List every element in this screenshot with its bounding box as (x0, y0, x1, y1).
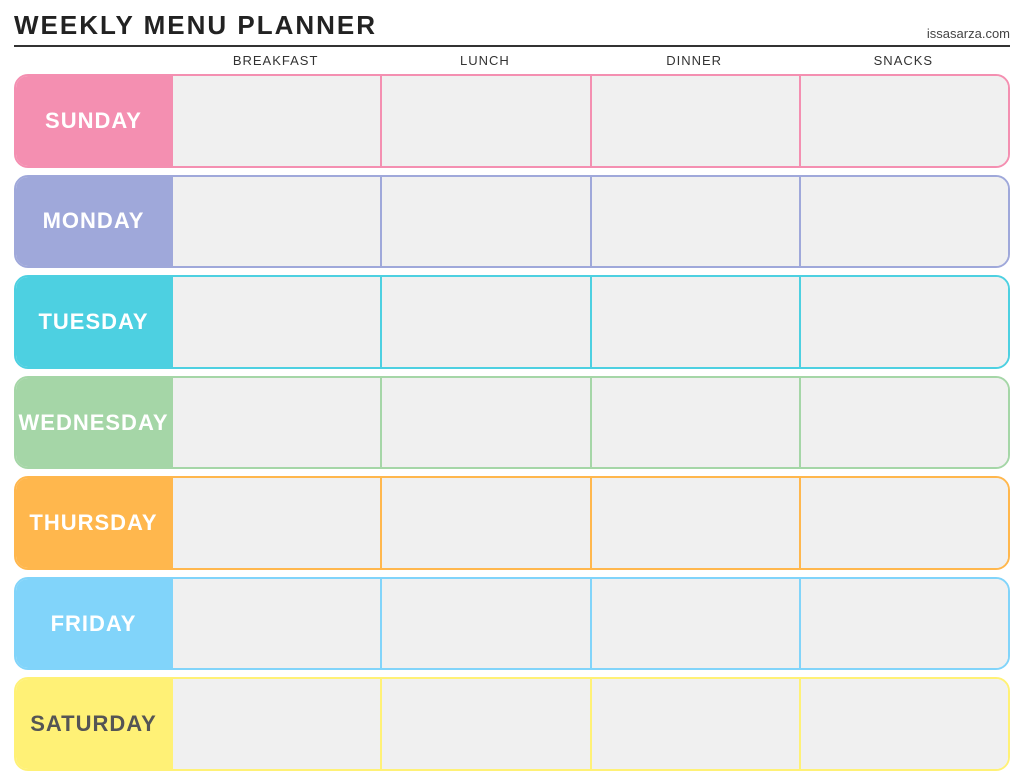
label-monday: Monday (16, 177, 171, 267)
page: Weekly Menu Planner issasarza.com Breakf… (0, 0, 1024, 781)
tuesday-breakfast[interactable] (171, 277, 380, 367)
col-breakfast: Breakfast (171, 53, 380, 68)
thursday-snacks[interactable] (799, 478, 1008, 568)
wednesday-lunch[interactable] (380, 378, 589, 468)
row-wednesday: Wednesday (14, 376, 1010, 470)
website-label: issasarza.com (927, 26, 1010, 41)
saturday-lunch[interactable] (380, 679, 589, 769)
friday-snacks[interactable] (799, 579, 1008, 669)
sunday-dinner[interactable] (590, 76, 799, 166)
row-sunday: Sunday (14, 74, 1010, 168)
friday-breakfast[interactable] (171, 579, 380, 669)
wednesday-breakfast[interactable] (171, 378, 380, 468)
row-friday: Friday (14, 577, 1010, 671)
saturday-breakfast[interactable] (171, 679, 380, 769)
monday-snacks[interactable] (799, 177, 1008, 267)
friday-dinner[interactable] (590, 579, 799, 669)
tuesday-snacks[interactable] (799, 277, 1008, 367)
sunday-snacks[interactable] (799, 76, 1008, 166)
row-tuesday: Tuesday (14, 275, 1010, 369)
sunday-lunch[interactable] (380, 76, 589, 166)
saturday-dinner[interactable] (590, 679, 799, 769)
page-title: Weekly Menu Planner (14, 10, 377, 41)
friday-lunch[interactable] (380, 579, 589, 669)
days-container: Sunday Monday Tuesday Wednesday (14, 74, 1010, 771)
col-dinner: Dinner (590, 53, 799, 68)
monday-dinner[interactable] (590, 177, 799, 267)
header: Weekly Menu Planner issasarza.com (14, 10, 1010, 47)
col-snacks: Snacks (799, 53, 1008, 68)
thursday-lunch[interactable] (380, 478, 589, 568)
row-saturday: Saturday (14, 677, 1010, 771)
monday-breakfast[interactable] (171, 177, 380, 267)
row-monday: Monday (14, 175, 1010, 269)
tuesday-dinner[interactable] (590, 277, 799, 367)
label-saturday: Saturday (16, 679, 171, 769)
monday-lunch[interactable] (380, 177, 589, 267)
label-friday: Friday (16, 579, 171, 669)
label-tuesday: Tuesday (16, 277, 171, 367)
label-thursday: Thursday (16, 478, 171, 568)
thursday-breakfast[interactable] (171, 478, 380, 568)
label-wednesday: Wednesday (16, 378, 171, 468)
col-lunch: Lunch (380, 53, 589, 68)
label-sunday: Sunday (16, 76, 171, 166)
wednesday-dinner[interactable] (590, 378, 799, 468)
thursday-dinner[interactable] (590, 478, 799, 568)
row-thursday: Thursday (14, 476, 1010, 570)
wednesday-snacks[interactable] (799, 378, 1008, 468)
saturday-snacks[interactable] (799, 679, 1008, 769)
tuesday-lunch[interactable] (380, 277, 589, 367)
column-headers: Breakfast Lunch Dinner Snacks (14, 53, 1010, 68)
sunday-breakfast[interactable] (171, 76, 380, 166)
